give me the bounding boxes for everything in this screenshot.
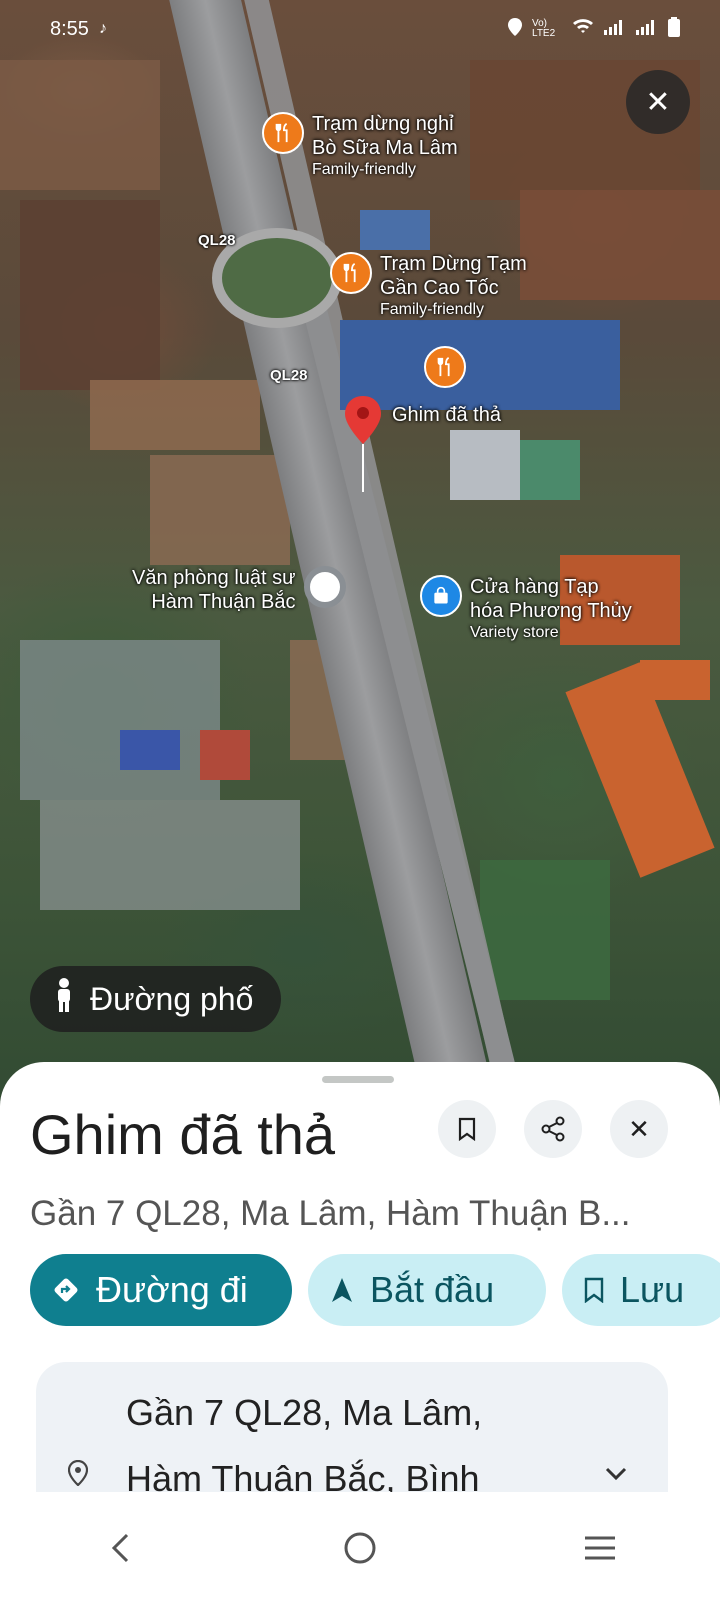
poi-restaurant[interactable] (424, 346, 466, 388)
poi-subtitle: Variety store (470, 624, 559, 641)
building (640, 660, 710, 700)
save-button[interactable]: Lưu (562, 1254, 720, 1326)
building (120, 730, 180, 770)
map-field (480, 860, 610, 1000)
satellite-map[interactable]: QL28 QL28 Trạm dừng nghỉ Bò Sữa Ma Lâm F… (0, 0, 720, 1110)
save-label: Lưu (620, 1269, 685, 1310)
directions-button[interactable]: Đường đi (30, 1254, 292, 1326)
building (200, 730, 250, 780)
village-buildings (40, 800, 300, 910)
back-button[interactable] (80, 1518, 160, 1578)
restaurant-icon (424, 346, 466, 388)
poi-subtitle: Family-friendly (380, 301, 485, 318)
system-nav-bar (0, 1492, 720, 1603)
signal-icon (636, 19, 658, 40)
close-icon: ✕ (645, 85, 671, 119)
chevron-down-icon[interactable] (604, 1458, 628, 1489)
sheet-drag-handle[interactable] (322, 1076, 394, 1083)
signal-icon (604, 19, 626, 40)
poi-subtitle: Family-friendly (312, 161, 417, 178)
address-line: Gần 7 QL28, Ma Lâm, (126, 1392, 483, 1433)
restaurant-icon (262, 112, 304, 154)
street-view-label: Đường phố (90, 980, 254, 1017)
tiktok-icon: ♪ (98, 20, 107, 37)
bookmark-icon (584, 1277, 604, 1303)
shopping-bag-icon (420, 575, 462, 617)
poi-title: Văn phòng luật sư (132, 567, 296, 589)
dropped-pin-icon[interactable] (343, 394, 383, 494)
wifi-icon (572, 18, 594, 40)
status-bar: 8:55 ♪ Vo) LTE2 (0, 0, 720, 58)
poi-title: Trạm Dừng Tạm (380, 253, 527, 275)
recents-button[interactable] (560, 1518, 640, 1578)
directions-label: Đường đi (96, 1269, 248, 1310)
poi-restaurant-tram-dung[interactable]: Trạm Dừng Tạm Gần Cao Tốc Family-friendl… (330, 252, 527, 319)
poi-title: Cửa hàng Tạp (470, 576, 599, 598)
close-map-button[interactable]: ✕ (626, 70, 690, 134)
map-field (150, 455, 290, 565)
location-pin-icon (67, 1459, 89, 1492)
place-title: Ghim đã thả (30, 1103, 336, 1166)
road-label: QL28 (270, 367, 308, 384)
share-button[interactable] (524, 1100, 582, 1158)
close-sheet-button[interactable]: ✕ (610, 1100, 668, 1158)
poi-law-office[interactable]: Văn phòng luật sư Hàm Thuận Bắc (132, 566, 346, 614)
place-bottom-sheet: Ghim đã thả ✕ Gần 7 QL28, Ma Lâm, Hàm Th… (0, 1062, 720, 1492)
village-buildings (20, 640, 220, 800)
place-icon (303, 566, 346, 608)
address-line: Hàm Thuận Bắc, Bình (126, 1458, 480, 1492)
map-field (90, 380, 260, 450)
map-field (0, 60, 160, 190)
road-label: QL28 (198, 232, 236, 249)
battery-icon (668, 16, 680, 42)
poi-title: Gần Cao Tốc (380, 277, 499, 299)
building (360, 210, 430, 250)
close-icon: ✕ (628, 1113, 650, 1144)
building (520, 440, 580, 500)
map-field (20, 200, 160, 390)
directions-icon (54, 1278, 78, 1302)
pegman-icon (54, 978, 74, 1020)
poi-title: hóa Phương Thủy (470, 600, 632, 622)
save-bookmark-button[interactable] (438, 1100, 496, 1158)
home-circle-icon (344, 1532, 376, 1563)
back-chevron-icon (111, 1533, 129, 1562)
status-time: 8:55 (50, 17, 89, 40)
poi-title: Bò Sữa Ma Lâm (312, 137, 458, 159)
address-card[interactable]: Gần 7 QL28, Ma Lâm, Hàm Thuận Bắc, Bình (36, 1362, 668, 1492)
street-view-button[interactable]: Đường phố (30, 966, 282, 1032)
poi-variety-store[interactable]: Cửa hàng Tạp hóa Phương Thủy Variety sto… (420, 575, 632, 642)
location-icon (508, 17, 522, 41)
start-navigation-button[interactable]: Bắt đầu (308, 1254, 546, 1326)
poi-title: Trạm dừng nghỉ (312, 113, 454, 135)
place-address: Gần 7 QL28, Ma Lâm, Hàm Thuận B... (30, 1194, 631, 1233)
building (450, 430, 520, 500)
home-button[interactable] (320, 1518, 400, 1578)
action-chips: Đường đi Bắt đầu Lưu (30, 1254, 720, 1326)
map-field (520, 190, 720, 300)
poi-title: Hàm Thuận Bắc (151, 591, 296, 613)
bookmark-icon (458, 1117, 476, 1141)
restaurant-icon (330, 252, 372, 294)
network-label: Vo) LTE2 (532, 18, 556, 39)
recents-icon (585, 1536, 615, 1559)
dropped-pin-label: Ghim đã thả (392, 404, 501, 426)
navigation-arrow-icon (332, 1278, 352, 1302)
poi-restaurant-bo-sua[interactable]: Trạm dừng nghỉ Bò Sữa Ma Lâm Family-frie… (262, 112, 458, 179)
share-icon (541, 1116, 565, 1142)
start-label: Bắt đầu (370, 1269, 495, 1310)
